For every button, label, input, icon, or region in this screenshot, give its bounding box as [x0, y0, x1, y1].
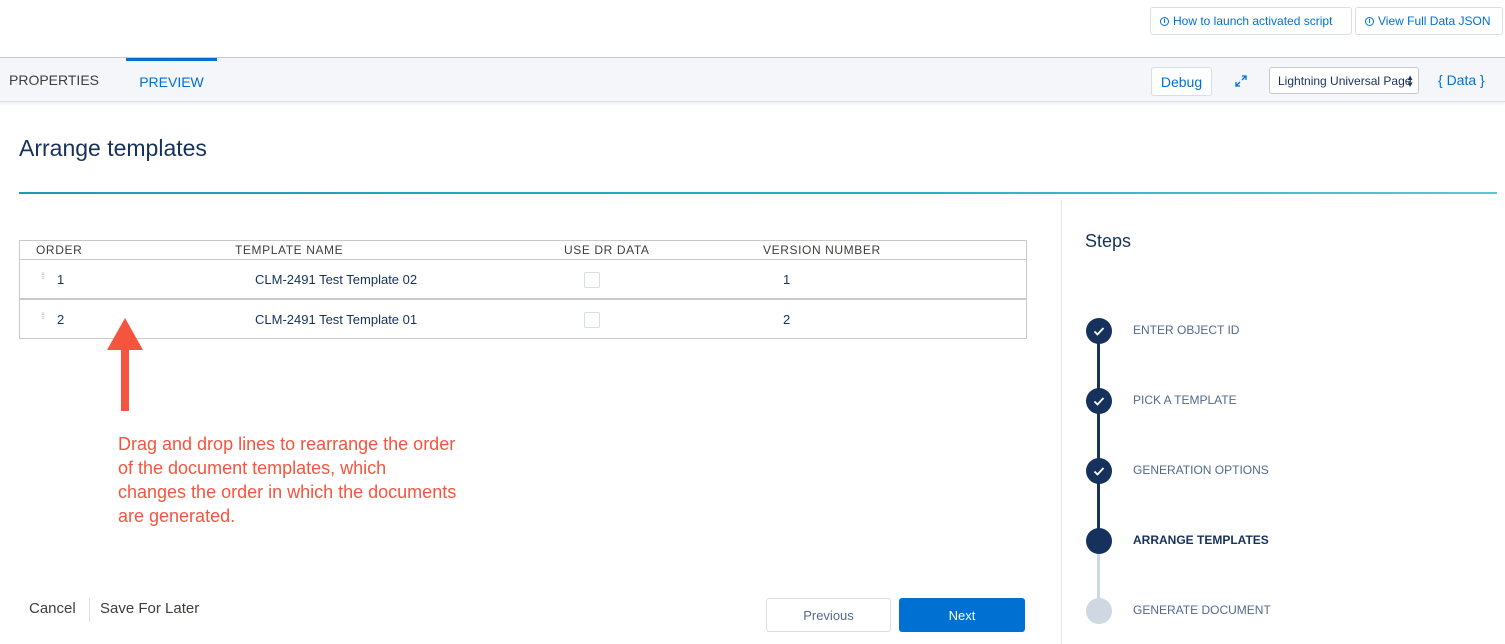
info-icon: i	[1160, 16, 1169, 26]
version-cell: 2	[783, 312, 791, 327]
step-label-active: ARRANGE TEMPLATES	[1133, 533, 1269, 547]
tab-properties[interactable]: PROPERTIES	[9, 58, 99, 102]
top-bar: i How to launch activated script i View …	[0, 0, 1505, 58]
step-complete-icon	[1086, 388, 1112, 414]
annotation-arrow-icon	[107, 318, 143, 411]
view-json-button[interactable]: i View Full Data JSON	[1355, 7, 1503, 35]
steps-title: Steps	[1085, 231, 1132, 251]
footer-separator	[89, 598, 90, 622]
step-label: GENERATE DOCUMENT	[1133, 603, 1271, 617]
column-header-template-name: TEMPLATE NAME	[235, 243, 344, 257]
template-name-cell: CLM-2491 Test Template 02	[255, 272, 418, 287]
use-dr-data-checkbox[interactable]	[584, 272, 600, 288]
title-divider	[19, 192, 1497, 194]
data-link[interactable]: { Data }	[1438, 72, 1485, 88]
next-button[interactable]: Next	[899, 598, 1025, 632]
template-name-cell: CLM-2491 Test Template 01	[255, 312, 418, 327]
use-dr-data-checkbox[interactable]	[584, 312, 600, 328]
debug-button[interactable]: Debug	[1151, 67, 1212, 96]
cancel-button[interactable]: Cancel	[29, 600, 76, 617]
column-header-use-dr-data: USE DR DATA	[564, 243, 650, 257]
order-cell: 1	[57, 272, 65, 287]
step-complete-icon	[1086, 458, 1112, 484]
step-complete-icon	[1086, 318, 1112, 344]
save-for-later-button[interactable]: Save For Later	[100, 600, 199, 617]
step-label: ENTER OBJECT ID	[1133, 323, 1240, 337]
page-title: Arrange templates	[19, 135, 207, 161]
table-header: ORDER TEMPLATE NAME USE DR DATA VERSION …	[19, 240, 1027, 259]
step-pending-icon	[1086, 598, 1112, 624]
previous-button[interactable]: Previous	[766, 598, 891, 632]
column-header-version-number: VERSION NUMBER	[763, 243, 881, 257]
how-to-launch-button[interactable]: i How to launch activated script	[1150, 7, 1352, 35]
panel-divider	[1061, 200, 1062, 644]
step-label: GENERATION OPTIONS	[1133, 463, 1269, 477]
step-label: PICK A TEMPLATE	[1133, 393, 1237, 407]
column-header-order: ORDER	[36, 243, 83, 257]
layout-select[interactable]: Lightning Universal Page ▲ ▼	[1269, 67, 1419, 94]
step-active-icon	[1086, 528, 1112, 554]
drag-handle-icon[interactable]: ⁞⁞	[41, 272, 45, 281]
order-cell: 2	[57, 312, 65, 327]
step-connector	[1097, 331, 1100, 541]
version-cell: 1	[783, 272, 791, 287]
expand-icon[interactable]	[1234, 74, 1248, 88]
table-row[interactable]: ⁞⁞ 2 CLM-2491 Test Template 01 2	[19, 299, 1027, 339]
select-arrows-icon: ▲ ▼	[1406, 73, 1414, 89]
tab-bar: PROPERTIES PREVIEW Debug Lightning Unive…	[0, 58, 1505, 102]
table-row[interactable]: ⁞⁞ 1 CLM-2491 Test Template 02 1	[19, 259, 1027, 299]
drag-handle-icon[interactable]: ⁞⁞	[41, 312, 45, 321]
annotation-text: Drag and drop lines to rearrange the ord…	[118, 434, 457, 526]
info-icon: i	[1365, 16, 1374, 26]
view-json-label: View Full Data JSON	[1378, 14, 1491, 28]
tab-preview[interactable]: PREVIEW	[126, 58, 217, 102]
layout-select-value: Lightning Universal Page	[1278, 73, 1412, 88]
how-to-launch-label: How to launch activated script	[1173, 14, 1333, 28]
